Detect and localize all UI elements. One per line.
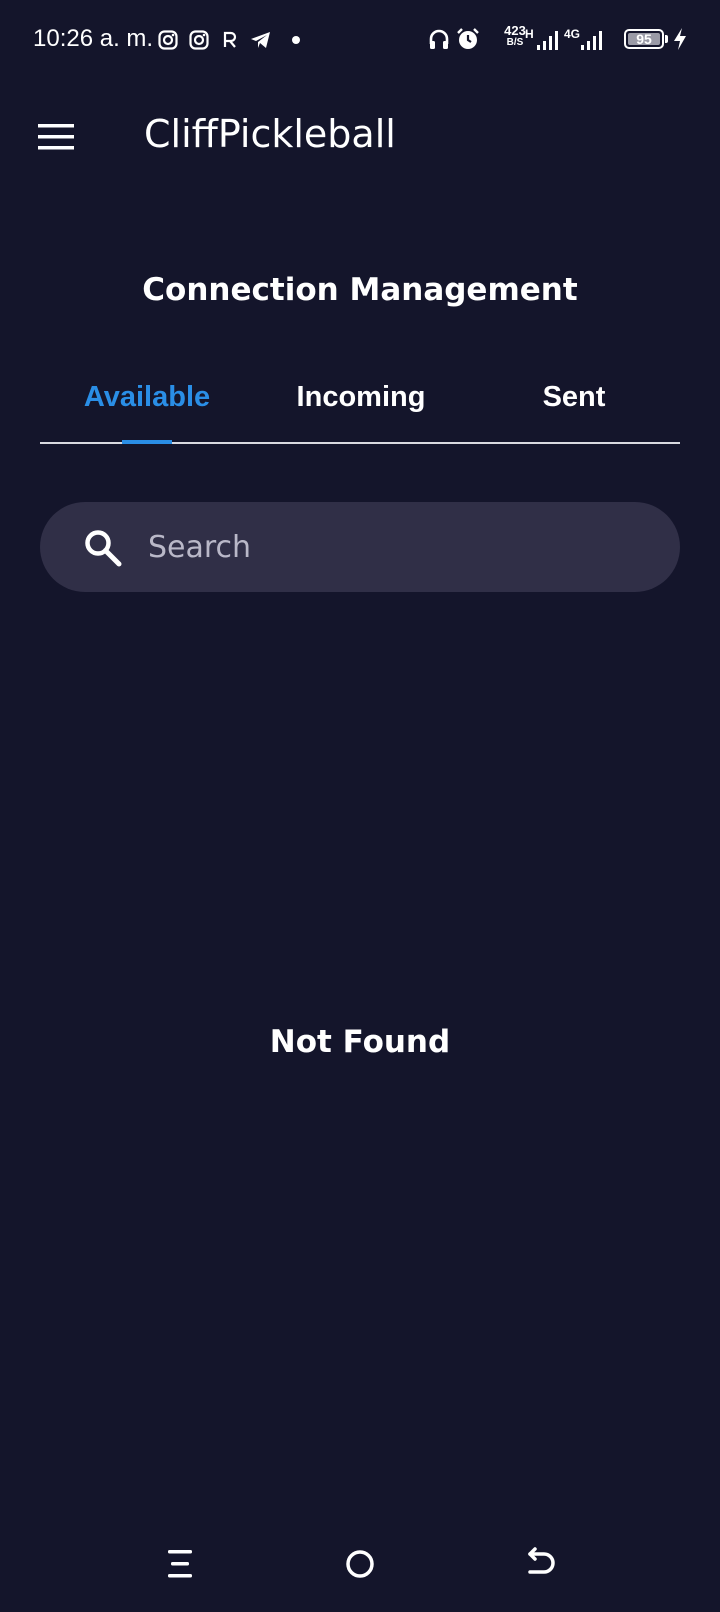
signal-icon	[537, 31, 558, 50]
network-type-label: 4G	[564, 27, 581, 41]
empty-state-message: Not Found	[269, 1024, 451, 1060]
tab-sent[interactable]: Sent	[468, 360, 680, 434]
hamburger-menu-icon[interactable]	[38, 124, 74, 150]
back-icon[interactable]	[518, 1542, 562, 1586]
r-app-icon	[223, 31, 237, 48]
app-title: CliffPickleball	[144, 112, 396, 156]
charging-icon	[674, 28, 686, 50]
recents-icon[interactable]	[158, 1542, 202, 1586]
battery-tip	[665, 35, 668, 43]
tab-available[interactable]: Available	[40, 360, 254, 434]
search-bar[interactable]	[40, 502, 680, 592]
instagram-icon	[158, 30, 178, 50]
signal-icon	[581, 31, 602, 50]
active-tab-indicator	[122, 440, 172, 444]
network-type-label: H	[525, 27, 534, 41]
battery-level: 95	[636, 31, 652, 47]
tab-bar: Available Incoming Sent	[40, 360, 680, 444]
tab-incoming[interactable]: Incoming	[254, 360, 468, 434]
search-icon	[85, 530, 122, 567]
alarm-icon	[457, 28, 479, 49]
status-time: 10:26 a. m.	[33, 25, 154, 52]
dot-icon	[292, 36, 300, 44]
search-input[interactable]	[148, 522, 648, 572]
home-icon[interactable]	[338, 1542, 382, 1586]
status-bar: 10:26 a. m. 423 B/S H 4G 95	[0, 0, 720, 80]
headphones-icon	[429, 29, 449, 49]
telegram-icon	[251, 32, 270, 48]
battery-icon: 95	[624, 29, 664, 49]
instagram-icon	[189, 30, 209, 50]
page-title: Connection Management	[142, 272, 578, 308]
